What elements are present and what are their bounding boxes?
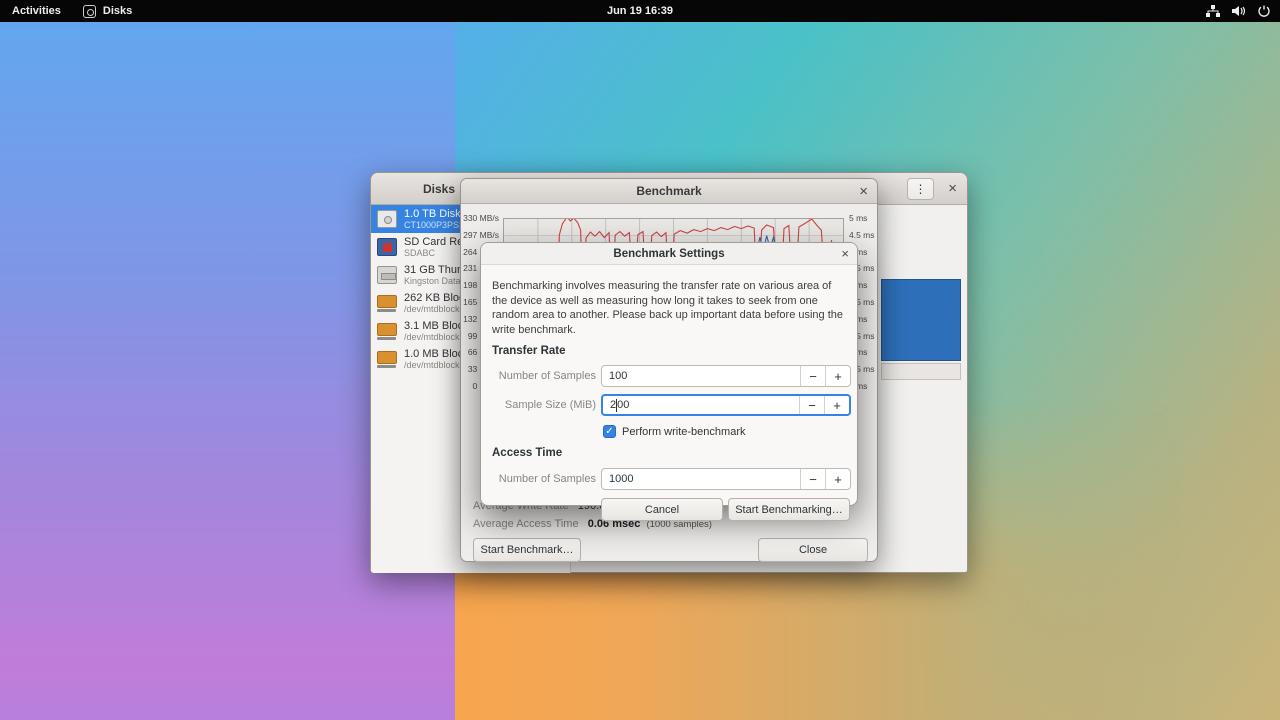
num-samples-spinbox[interactable]: 100 − +: [601, 365, 851, 387]
access-samples-plus-button[interactable]: +: [825, 469, 850, 489]
cancel-button[interactable]: Cancel: [601, 498, 723, 521]
benchmark-settings-dialog: Benchmark Settings × Benchmarking involv…: [480, 242, 858, 506]
num-samples-label: Number of Samples: [481, 365, 596, 387]
sample-size-spinbox[interactable]: 200 − +: [601, 394, 851, 416]
num-samples-row: Number of Samples 100 − +: [481, 365, 859, 387]
benchmark-titlebar[interactable]: Benchmark ×: [461, 179, 877, 204]
access-samples-value[interactable]: 1000: [602, 473, 800, 485]
disk-icon: [377, 210, 397, 228]
num-samples-value[interactable]: 100: [602, 370, 800, 382]
sd-icon: [377, 238, 397, 256]
y-axis-right-tick: 4.5 ms: [849, 230, 875, 240]
benchmark-window-title: Benchmark: [461, 184, 877, 198]
usb-icon: [377, 266, 397, 284]
settings-titlebar[interactable]: Benchmark Settings ×: [481, 243, 857, 265]
avg-access-label: Average Access Time: [473, 518, 579, 530]
write-benchmark-label: Perform write-benchmark: [622, 426, 745, 438]
access-samples-spinbox[interactable]: 1000 − +: [601, 468, 851, 490]
chip-icon: [377, 351, 397, 364]
clock[interactable]: Jun 19 16:39: [0, 5, 1280, 17]
chip-icon: [377, 323, 397, 336]
disks-window-title: Disks: [411, 182, 467, 196]
sample-size-row: Sample Size (MiB) 200 − +: [481, 394, 859, 416]
chip-icon: [377, 295, 397, 308]
network-icon[interactable]: [1206, 5, 1220, 17]
num-samples-minus-button[interactable]: −: [800, 366, 825, 386]
sample-size-minus-button[interactable]: −: [799, 396, 824, 414]
write-benchmark-checkbox[interactable]: ✓: [603, 425, 616, 438]
access-time-heading: Access Time: [492, 447, 562, 459]
access-samples-row: Number of Samples 1000 − +: [481, 468, 859, 490]
start-benchmarking-button[interactable]: Start Benchmarking…: [728, 498, 850, 521]
system-tray[interactable]: [1206, 0, 1270, 22]
sample-size-value[interactable]: 200: [603, 399, 799, 412]
write-benchmark-row[interactable]: ✓ Perform write-benchmark: [603, 425, 745, 438]
start-benchmark-button[interactable]: Start Benchmark…: [473, 538, 581, 562]
power-icon[interactable]: [1258, 5, 1270, 17]
volume-icon[interactable]: [1232, 5, 1246, 17]
y-axis-left-tick: 297 MB/s: [461, 230, 499, 240]
transfer-rate-heading: Transfer Rate: [492, 345, 566, 357]
sample-size-plus-button[interactable]: +: [824, 396, 849, 414]
y-axis-right-tick: 5 ms: [849, 213, 867, 223]
settings-close-icon[interactable]: ×: [841, 247, 849, 260]
y-axis-left-tick: 330 MB/s: [461, 213, 499, 223]
volume-strip: [881, 363, 961, 380]
access-samples-minus-button[interactable]: −: [800, 469, 825, 489]
benchmark-close-button[interactable]: Close: [758, 538, 868, 562]
sample-size-label: Sample Size (MiB): [481, 394, 596, 416]
num-samples-plus-button[interactable]: +: [825, 366, 850, 386]
access-samples-label: Number of Samples: [481, 468, 596, 490]
disks-menu-button[interactable]: ⋮: [907, 178, 934, 200]
benchmark-close-icon[interactable]: ×: [859, 184, 868, 199]
settings-title: Benchmark Settings: [613, 248, 724, 260]
disks-close-icon[interactable]: ×: [948, 181, 957, 196]
settings-description: Benchmarking involves measuring the tran…: [492, 279, 848, 338]
volume-segment[interactable]: [881, 279, 961, 361]
top-bar: Activities Disks Jun 19 16:39: [0, 0, 1280, 22]
